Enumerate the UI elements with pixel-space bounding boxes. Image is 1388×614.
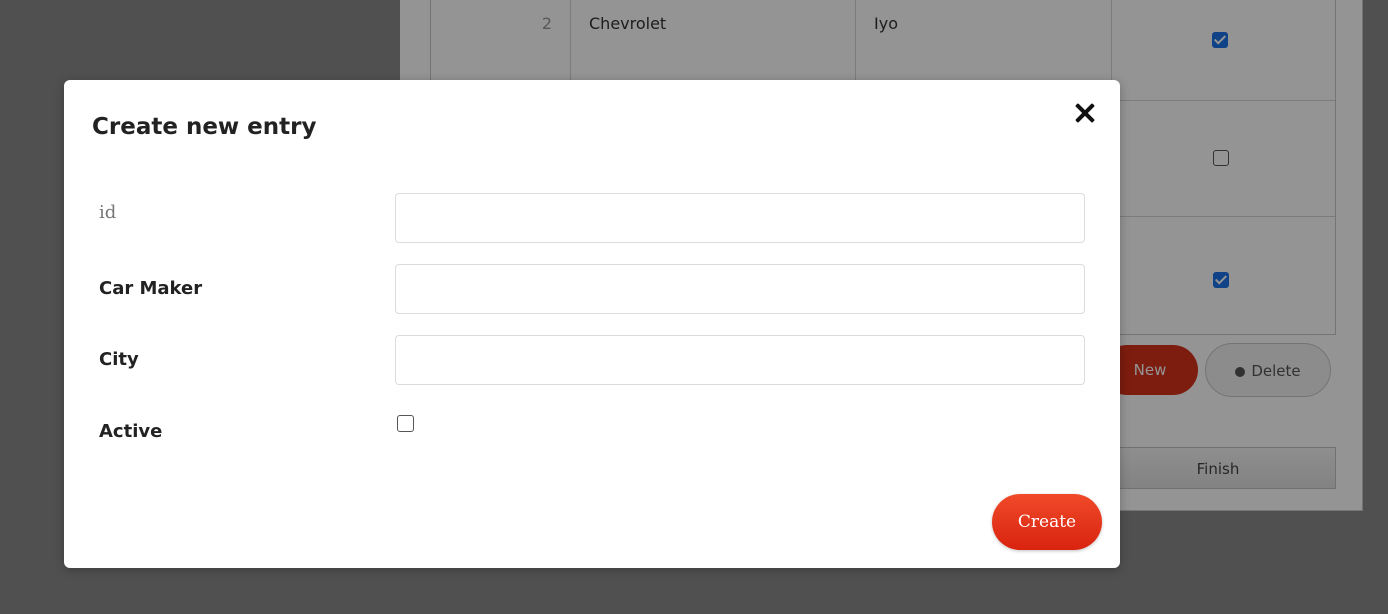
dialog-title: Create new entry (92, 114, 317, 140)
close-icon[interactable] (1069, 98, 1099, 128)
active-label: Active (99, 421, 163, 442)
create-entry-dialog: Create new entry id Car Maker City Activ… (64, 80, 1120, 568)
create-button-label: Create (1017, 512, 1077, 532)
page: 2 Chevrolet Iyo New Delete Finish Create… (0, 0, 1388, 614)
id-input[interactable] (395, 193, 1085, 243)
city-input[interactable] (395, 335, 1085, 385)
car-maker-input[interactable] (395, 264, 1085, 314)
car-maker-label: Car Maker (99, 278, 203, 299)
active-checkbox[interactable] (397, 415, 414, 432)
city-label: City (99, 349, 139, 370)
create-button[interactable]: Create (992, 494, 1102, 550)
id-label: id (99, 202, 117, 223)
